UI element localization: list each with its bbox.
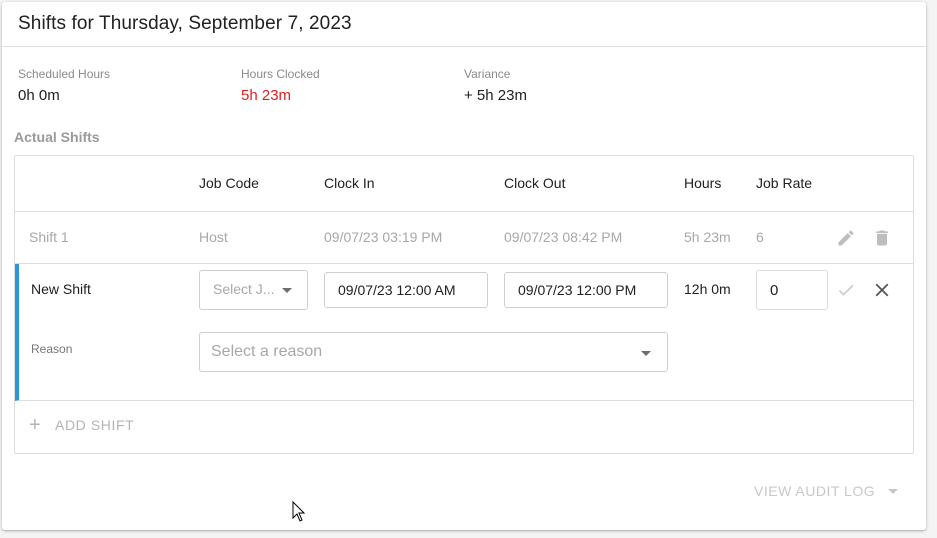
variance-label: Variance bbox=[464, 67, 511, 81]
column-header-job-rate: Job Rate bbox=[756, 175, 813, 191]
hours-summary: Scheduled Hours 0h 0m Hours Clocked 5h 2… bbox=[18, 67, 718, 107]
clock-out-value: 09/07/23 12:00 PM bbox=[518, 282, 637, 298]
hours-clocked-value: 5h 23m bbox=[241, 87, 292, 104]
reason-select[interactable]: Select a reason bbox=[199, 332, 668, 372]
cancel-shift-button[interactable] bbox=[870, 278, 894, 302]
job-code-placeholder: Select J... bbox=[213, 281, 275, 297]
mouse-cursor-icon bbox=[292, 501, 306, 522]
table-row: Shift 1 Host 09/07/23 03:19 PM 09/07/23 … bbox=[15, 212, 913, 264]
close-icon bbox=[875, 283, 889, 297]
scheduled-hours-label: Scheduled Hours bbox=[18, 67, 111, 81]
add-shift-row: + ADD SHIFT bbox=[15, 401, 913, 453]
clock-in-input[interactable]: 09/07/23 12:00 AM bbox=[324, 272, 488, 308]
job-code-select[interactable]: Select J... bbox=[199, 270, 308, 310]
view-audit-log-button[interactable]: VIEW AUDIT LOG bbox=[754, 483, 899, 499]
table-header: Job Code Clock In Clock Out Hours Job Ra… bbox=[15, 156, 913, 212]
shift-job-code: Host bbox=[199, 229, 228, 245]
reason-placeholder: Select a reason bbox=[211, 343, 323, 360]
check-icon bbox=[838, 284, 854, 296]
shift-clock-out: 09/07/23 08:42 PM bbox=[504, 229, 623, 245]
job-rate-value: 0 bbox=[770, 282, 779, 299]
new-shift-label: New Shift bbox=[31, 281, 91, 297]
hours-clocked-label: Hours Clocked bbox=[241, 67, 320, 81]
save-shift-button[interactable] bbox=[834, 278, 858, 302]
reason-label: Reason bbox=[31, 342, 73, 356]
shifts-table: Job Code Clock In Clock Out Hours Job Ra… bbox=[14, 155, 914, 454]
shifts-card: Shifts for Thursday, September 7, 2023 S… bbox=[2, 2, 926, 530]
variance-stat: Variance + 5h 23m bbox=[464, 67, 527, 104]
hours-clocked-stat: Hours Clocked 5h 23m bbox=[241, 67, 320, 104]
chevron-down-icon bbox=[888, 488, 899, 494]
view-audit-log-label: VIEW AUDIT LOG bbox=[754, 483, 876, 499]
scheduled-hours-stat: Scheduled Hours 0h 0m bbox=[18, 67, 110, 104]
job-rate-input[interactable]: 0 bbox=[756, 270, 828, 310]
actual-shifts-label: Actual Shifts bbox=[14, 129, 100, 145]
add-shift-label: ADD SHIFT bbox=[55, 417, 135, 433]
shift-name: Shift 1 bbox=[29, 229, 69, 245]
chevron-down-icon bbox=[282, 288, 292, 293]
pencil-icon bbox=[838, 230, 854, 246]
new-shift-hours: 12h 0m bbox=[684, 281, 731, 297]
add-shift-button[interactable]: + ADD SHIFT bbox=[29, 414, 135, 436]
clock-in-value: 09/07/23 12:00 AM bbox=[338, 282, 456, 298]
variance-value: + 5h 23m bbox=[464, 87, 527, 104]
clock-out-input[interactable]: 09/07/23 12:00 PM bbox=[504, 272, 668, 308]
new-shift-row: New Shift Select J... 09/07/23 12:00 AM … bbox=[15, 264, 913, 401]
shift-clock-in: 09/07/23 03:19 PM bbox=[324, 229, 443, 245]
card-header: Shifts for Thursday, September 7, 2023 bbox=[2, 2, 926, 47]
column-header-job-code: Job Code bbox=[199, 175, 259, 191]
column-header-clock-in: Clock In bbox=[324, 175, 375, 191]
page-title: Shifts for Thursday, September 7, 2023 bbox=[18, 13, 352, 34]
column-header-hours: Hours bbox=[684, 175, 722, 191]
scheduled-hours-value: 0h 0m bbox=[18, 87, 60, 104]
chevron-down-icon bbox=[641, 351, 651, 356]
delete-shift-button[interactable] bbox=[870, 226, 894, 250]
trash-icon bbox=[876, 230, 888, 246]
column-header-clock-out: Clock Out bbox=[504, 175, 566, 191]
plus-icon: + bbox=[29, 414, 41, 436]
edit-shift-button[interactable] bbox=[834, 226, 858, 250]
shift-job-rate: 6 bbox=[756, 229, 764, 245]
shift-hours: 5h 23m bbox=[684, 229, 731, 245]
